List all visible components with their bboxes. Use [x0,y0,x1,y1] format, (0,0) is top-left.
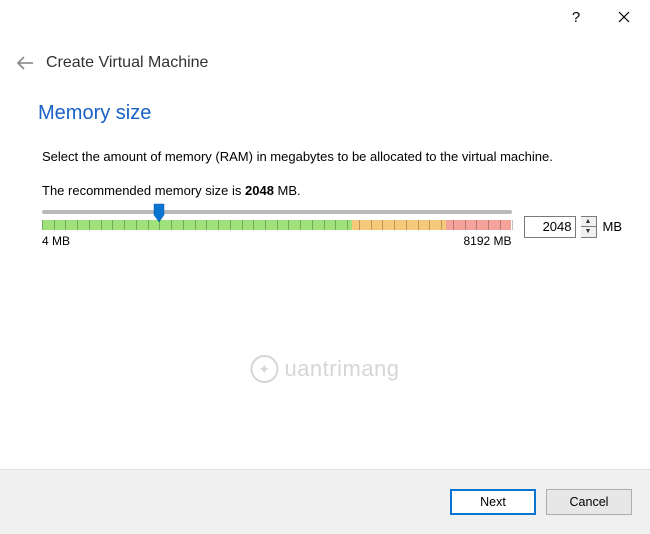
help-icon: ? [572,9,580,26]
recommend-suffix: MB. [274,183,301,198]
memory-stepper[interactable]: ▲ ▼ [581,216,597,238]
watermark: ✦ uantrimang [250,355,399,383]
slider-max-label: 8192 MB [463,234,511,248]
watermark-icon: ✦ [250,355,278,383]
next-button[interactable]: Next [450,489,536,515]
slider-range-bar [42,220,512,230]
description-text: Select the amount of memory (RAM) in meg… [38,147,622,167]
help-button[interactable]: ? [556,2,596,32]
slider-thumb[interactable] [153,203,165,223]
range-warn [352,220,446,230]
recommend-prefix: The recommended memory size is [42,183,245,198]
range-safe [42,220,352,230]
footer: Next Cancel [0,470,650,534]
watermark-text: uantrimang [284,356,399,382]
section-title: Memory size [38,102,622,125]
memory-slider[interactable]: 4 MB 8192 MB [42,206,512,248]
range-danger [446,220,512,230]
close-button[interactable] [604,2,644,32]
slider-min-label: 4 MB [42,234,70,248]
stepper-down[interactable]: ▼ [581,227,596,237]
window-title: Create Virtual Machine [46,54,208,72]
memory-unit: MB [603,219,623,234]
recommend-value: 2048 [245,183,274,198]
stepper-up[interactable]: ▲ [581,217,596,228]
close-icon [618,11,630,23]
memory-input[interactable] [524,216,576,238]
back-button[interactable] [14,52,36,74]
back-arrow-icon [16,55,34,71]
header: Create Virtual Machine [0,34,650,88]
cancel-button[interactable]: Cancel [546,489,632,515]
slider-track [42,210,512,214]
recommended-text: The recommended memory size is 2048 MB. [38,183,622,198]
